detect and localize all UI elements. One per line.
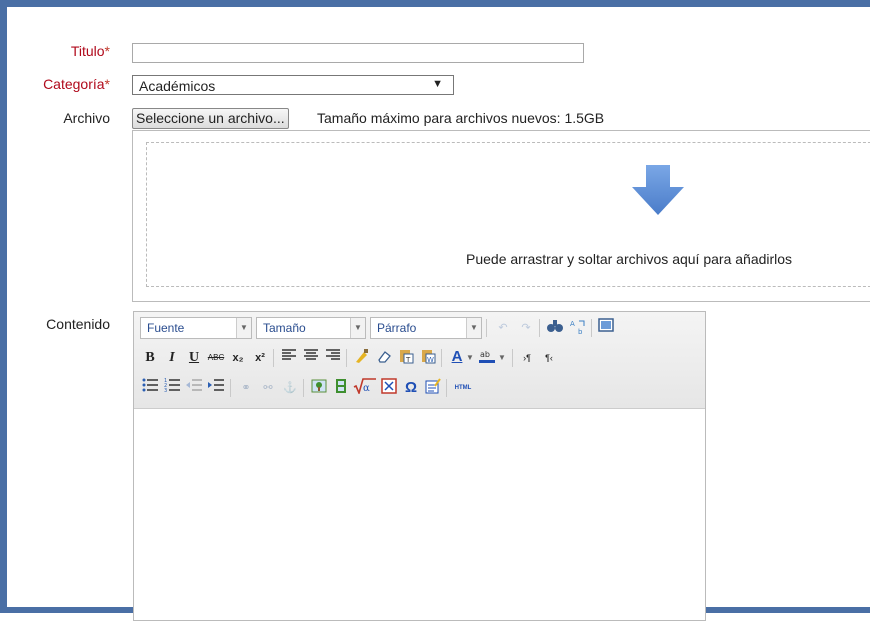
outdent-icon[interactable] — [184, 378, 204, 398]
svg-text:T: T — [405, 356, 411, 364]
svg-text:A: A — [570, 320, 575, 328]
fullscreen-icon[interactable] — [596, 318, 616, 338]
file-label: Archivo — [63, 110, 110, 126]
separator — [486, 319, 487, 337]
category-label: Categoría* — [0, 76, 110, 92]
separator — [539, 319, 540, 337]
dropdown-arrow-icon: ▼ — [432, 78, 443, 90]
category-label-text: Categoría — [43, 76, 105, 92]
highlight-color-icon[interactable]: ab — [477, 348, 497, 368]
ltr-button[interactable]: ›¶ — [517, 348, 537, 368]
align-left-icon[interactable] — [279, 348, 299, 368]
nolink-icon[interactable] — [379, 378, 399, 398]
svg-text:ab: ab — [480, 350, 490, 359]
chevron-down-icon[interactable]: ▼ — [497, 348, 507, 368]
text-color-button[interactable]: A — [447, 347, 467, 367]
title-input[interactable] — [132, 43, 584, 63]
align-center-icon[interactable] — [301, 348, 321, 368]
underline-button[interactable]: U — [184, 348, 204, 368]
rtl-button[interactable]: ¶‹ — [539, 348, 559, 368]
clean-format-icon[interactable] — [352, 348, 372, 368]
font-family-select[interactable]: Fuente ▼ — [140, 317, 252, 339]
strikethrough-button[interactable]: ABC — [206, 348, 226, 368]
html-source-button[interactable]: HTML — [451, 378, 475, 398]
bulleted-list-icon[interactable] — [140, 378, 160, 398]
title-label-text: Titulo — [70, 43, 105, 59]
insert-table-icon[interactable] — [423, 378, 443, 398]
title-label: Titulo* — [0, 43, 110, 59]
svg-text:3: 3 — [164, 388, 167, 392]
italic-button[interactable]: I — [162, 348, 182, 368]
drop-hint-text: Puede arrastrar y soltar archivos aquí p… — [466, 251, 793, 267]
replace-icon[interactable]: Ab — [568, 318, 588, 338]
rich-text-editor: Fuente ▼ Tamaño ▼ Párrafo ▼ ↶ ↷ Ab B I U AB… — [133, 311, 706, 621]
content-label: Contenido — [46, 316, 110, 332]
download-arrow-icon — [632, 165, 684, 215]
align-right-icon[interactable] — [323, 348, 343, 368]
size-select-label: Tamaño — [263, 321, 306, 335]
editor-content-area[interactable] — [134, 409, 705, 619]
separator — [273, 349, 274, 367]
category-selected-value: Académicos — [139, 78, 216, 94]
choose-file-button[interactable]: Seleccione un archivo... — [132, 108, 289, 129]
bold-button[interactable]: B — [140, 348, 160, 368]
separator — [230, 379, 231, 397]
format-select-label: Párrafo — [377, 321, 417, 335]
numbered-list-icon[interactable]: 123 — [162, 378, 182, 398]
subscript-button[interactable]: x₂ — [228, 348, 248, 368]
font-size-select[interactable]: Tamaño ▼ — [256, 317, 366, 339]
font-select-label: Fuente — [147, 321, 185, 335]
undo-icon[interactable]: ↶ — [493, 318, 513, 338]
chevron-down-icon: ▼ — [466, 318, 481, 338]
link-icon[interactable]: ⚭ — [236, 378, 256, 398]
separator — [446, 379, 447, 397]
paste-word-icon[interactable]: W — [418, 348, 438, 368]
separator — [346, 349, 347, 367]
chevron-down-icon: ▼ — [236, 318, 251, 338]
indent-icon[interactable] — [206, 378, 226, 398]
insert-media-icon[interactable] — [331, 378, 351, 398]
required-star: * — [104, 76, 110, 92]
separator — [512, 349, 513, 367]
svg-text:α: α — [363, 383, 370, 394]
required-star: * — [104, 43, 110, 59]
unlink-icon[interactable]: ⚯ — [258, 378, 278, 398]
redo-icon[interactable]: ↷ — [516, 318, 536, 338]
eraser-icon[interactable] — [374, 348, 394, 368]
svg-text:b: b — [578, 328, 583, 336]
separator — [303, 379, 304, 397]
editor-toolbar: Fuente ▼ Tamaño ▼ Párrafo ▼ ↶ ↷ Ab B I U AB… — [134, 312, 705, 409]
chevron-down-icon: ▼ — [350, 318, 365, 338]
superscript-button[interactable]: x² — [250, 348, 270, 368]
special-char-button[interactable]: Ω — [401, 378, 421, 398]
anchor-icon[interactable]: ⚓ — [280, 378, 300, 398]
category-select[interactable]: Académicos ▼ — [132, 75, 454, 95]
paragraph-format-select[interactable]: Párrafo ▼ — [370, 317, 482, 339]
separator — [441, 349, 442, 367]
paste-text-icon[interactable]: T — [396, 348, 416, 368]
chevron-down-icon[interactable]: ▼ — [465, 348, 475, 368]
insert-image-icon[interactable] — [309, 378, 329, 398]
max-size-text: Tamaño máximo para archivos nuevos: 1.5G… — [317, 110, 605, 126]
svg-text:W: W — [427, 356, 434, 364]
find-icon[interactable] — [545, 318, 565, 338]
equation-editor-icon[interactable]: α — [353, 378, 376, 398]
separator — [591, 319, 592, 337]
